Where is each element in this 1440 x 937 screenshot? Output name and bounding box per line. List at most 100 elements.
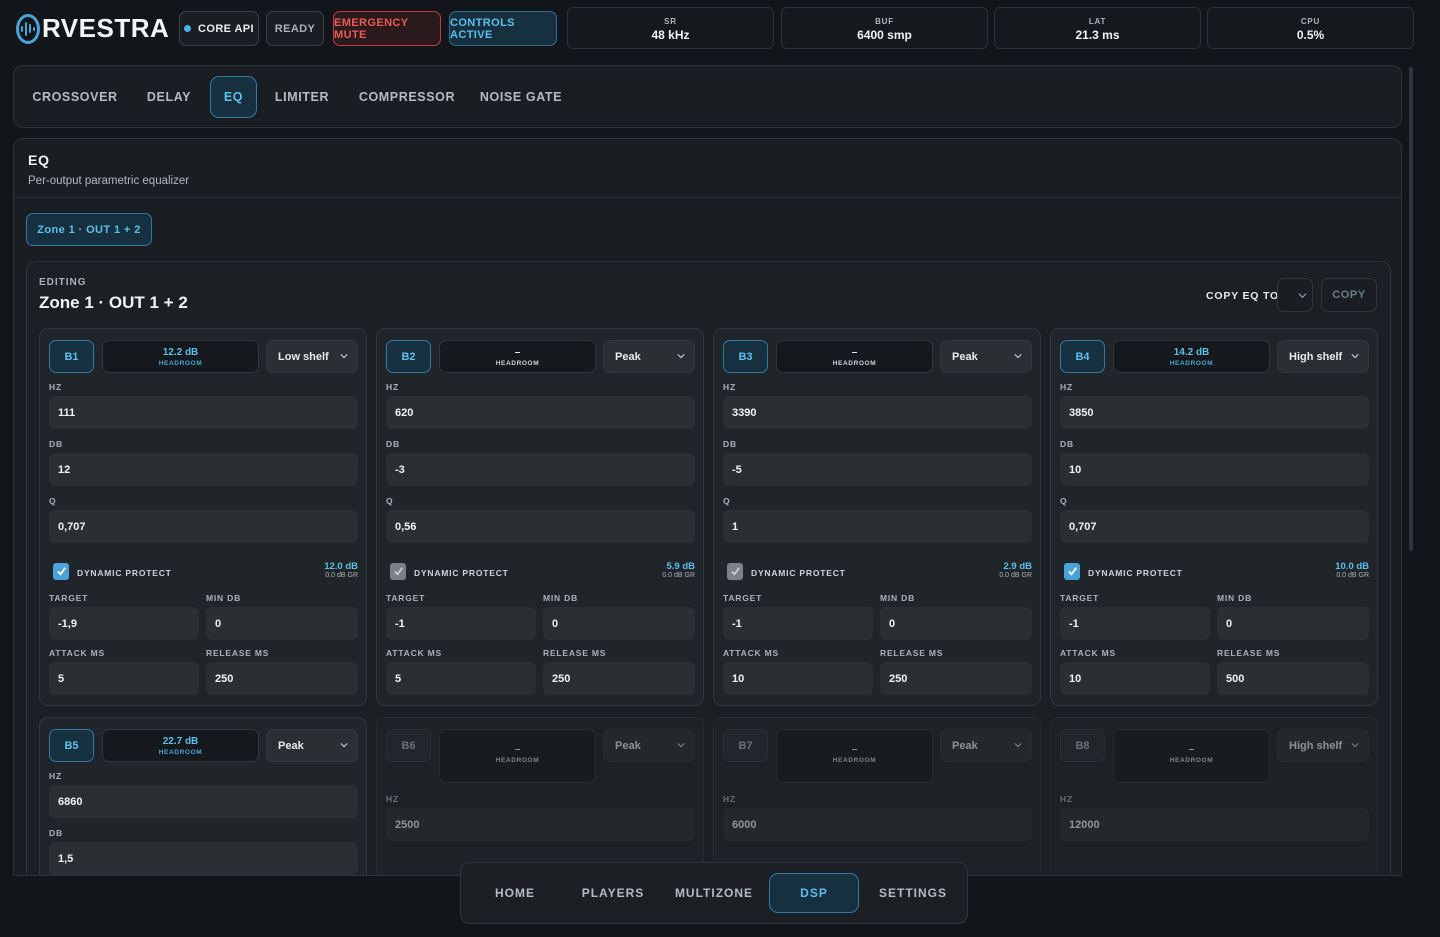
filter-type-select[interactable]: Peak [940, 340, 1032, 373]
target-input[interactable]: -1,9 [49, 607, 199, 640]
attack-input[interactable]: 10 [723, 662, 873, 695]
q-input[interactable]: 1 [723, 510, 1032, 543]
hz-input[interactable]: 111 [49, 396, 358, 429]
band-id[interactable]: B4 [1060, 340, 1105, 373]
band-id[interactable]: B2 [386, 340, 431, 373]
tab-compressor[interactable]: COMPRESSOR [352, 76, 462, 118]
copy-button[interactable]: COPY [1321, 278, 1377, 312]
db-label: DB [386, 439, 400, 449]
attack-input[interactable]: 5 [386, 662, 536, 695]
min-db-input[interactable]: 0 [543, 607, 695, 640]
dynamic-protect-row: DYNAMIC PROTECT 10.0 dB 0.0 dB GR [1060, 561, 1369, 583]
tab-crossover[interactable]: CROSSOVER [27, 76, 123, 118]
filter-type-select[interactable]: High shelf [1277, 729, 1369, 762]
filter-type-select[interactable]: Peak [266, 729, 358, 762]
hz-input[interactable]: 2500 [386, 808, 695, 841]
tab-delay[interactable]: DELAY [138, 76, 200, 118]
nav-dsp[interactable]: DSP [769, 873, 859, 913]
headroom-label: HEADROOM [832, 757, 877, 764]
q-input[interactable]: 0,707 [49, 510, 358, 543]
db-input[interactable]: 10 [1060, 453, 1369, 486]
hz-input[interactable]: 3390 [723, 396, 1032, 429]
dynamic-protect-checkbox[interactable] [1064, 563, 1080, 580]
stat-value: 48 kHz [651, 28, 690, 42]
hz-label: HZ [723, 794, 736, 804]
filter-type-value: Peak [278, 739, 304, 752]
tab-limiter[interactable]: LIMITER [268, 76, 336, 118]
page-scrollbar[interactable] [1409, 67, 1413, 551]
nav-settings[interactable]: SETTINGS [871, 873, 955, 913]
core-api-status[interactable]: CORE API [179, 11, 259, 46]
filter-type-select[interactable]: Peak [603, 340, 695, 373]
db-input[interactable]: -3 [386, 453, 695, 486]
band-id[interactable]: B7 [723, 729, 768, 762]
min-db-input[interactable]: 0 [1217, 607, 1369, 640]
release-label: RELEASE MS [543, 648, 607, 658]
filter-type-select[interactable]: Peak [603, 729, 695, 762]
nav-home[interactable]: HOME [479, 873, 551, 913]
target-input[interactable]: -1 [723, 607, 873, 640]
nav-players[interactable]: PLAYERS [575, 873, 651, 913]
band-id[interactable]: B8 [1060, 729, 1105, 762]
editing-card: EDITING Zone 1 · OUT 1 + 2 COPY EQ TO CO… [26, 261, 1391, 875]
hz-input[interactable]: 3850 [1060, 396, 1369, 429]
hz-input[interactable]: 620 [386, 396, 695, 429]
band-id[interactable]: B5 [49, 729, 94, 762]
db-input[interactable]: 12 [49, 453, 358, 486]
stat-label: LAT [1088, 17, 1107, 26]
headroom-value: – [1188, 744, 1195, 755]
headroom-label: HEADROOM [158, 360, 203, 367]
band-card-b5: B5 22.7 dB HEADROOM Peak HZ 6860 DB 1,5 [39, 717, 367, 875]
release-input[interactable]: 250 [880, 662, 1032, 695]
chevron-down-icon [1298, 292, 1307, 298]
top-bar: RVESTRA CORE API READY EMERGENCY MUTE CO… [0, 0, 1440, 60]
target-input[interactable]: -1 [1060, 607, 1210, 640]
hz-input[interactable]: 6860 [49, 785, 358, 818]
target-input[interactable]: -1 [386, 607, 536, 640]
stat-label: CPU [1300, 17, 1321, 26]
release-input[interactable]: 250 [543, 662, 695, 695]
headroom-readout: – HEADROOM [439, 729, 596, 783]
attack-input[interactable]: 10 [1060, 662, 1210, 695]
filter-type-select[interactable]: Peak [940, 729, 1032, 762]
attack-input[interactable]: 5 [49, 662, 199, 695]
dynamic-protect-checkbox[interactable] [727, 563, 743, 580]
filter-type-select[interactable]: High shelf [1277, 340, 1369, 373]
zone-selector-chip[interactable]: Zone 1 · OUT 1 + 2 [26, 213, 152, 246]
emergency-mute-button[interactable]: EMERGENCY MUTE [333, 11, 441, 46]
copy-target-select[interactable] [1277, 278, 1313, 312]
release-input[interactable]: 250 [206, 662, 358, 695]
tab-eq[interactable]: EQ [210, 76, 257, 118]
filter-type-select[interactable]: Low shelf [266, 340, 358, 373]
headroom-value: – [514, 347, 521, 358]
headroom-label: HEADROOM [158, 749, 203, 756]
chevron-down-icon [677, 743, 685, 748]
min-db-input[interactable]: 0 [880, 607, 1032, 640]
protect-db-value: 2.9 dB [1003, 561, 1032, 572]
db-input[interactable]: 1,5 [49, 842, 358, 875]
controls-active-button[interactable]: CONTROLS ACTIVE [449, 11, 557, 46]
stat-sample-rate: SR 48 kHz [567, 7, 774, 49]
hz-input[interactable]: 6000 [723, 808, 1032, 841]
hz-input[interactable]: 12000 [1060, 808, 1369, 841]
dynamic-protect-checkbox[interactable] [390, 563, 406, 580]
protect-gr-value: 0.0 dB GR [1336, 572, 1369, 579]
db-input[interactable]: -5 [723, 453, 1032, 486]
q-input[interactable]: 0,56 [386, 510, 695, 543]
protect-gr-value: 0.0 dB GR [325, 572, 358, 579]
editing-label: EDITING [39, 277, 87, 288]
band-id[interactable]: B6 [386, 729, 431, 762]
tab-noise-gate[interactable]: NOISE GATE [474, 76, 568, 118]
band-card-b2: B2 – HEADROOM Peak HZ 620 DB -3 Q 0,56 D… [376, 328, 704, 706]
min-db-input[interactable]: 0 [206, 607, 358, 640]
band-id[interactable]: B1 [49, 340, 94, 373]
release-input[interactable]: 500 [1217, 662, 1369, 695]
dynamic-protect-row: DYNAMIC PROTECT 12.0 dB 0.0 dB GR [49, 561, 358, 583]
dynamic-protect-checkbox[interactable] [53, 563, 69, 580]
headroom-value: 22.7 dB [162, 736, 199, 747]
editing-title: Zone 1 · OUT 1 + 2 [39, 293, 188, 312]
headroom-label: HEADROOM [495, 360, 540, 367]
q-input[interactable]: 0,707 [1060, 510, 1369, 543]
nav-multizone[interactable]: MULTIZONE [672, 873, 756, 913]
band-id[interactable]: B3 [723, 340, 768, 373]
